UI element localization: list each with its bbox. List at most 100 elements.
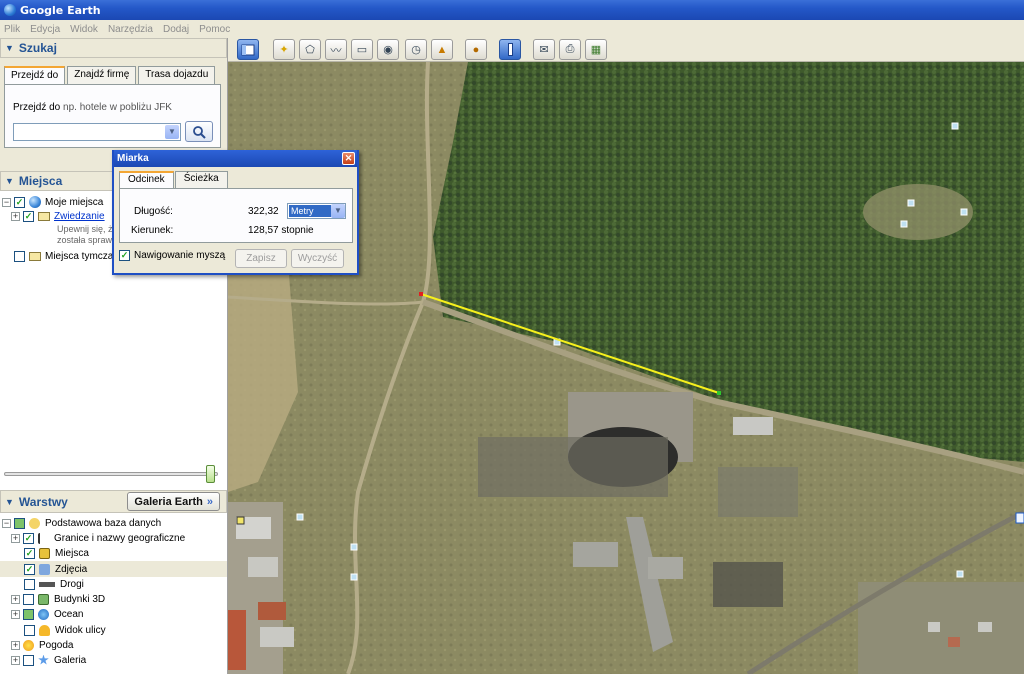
photo-marker-icon[interactable] xyxy=(956,570,964,578)
email-button[interactable]: ✉ xyxy=(533,39,555,60)
length-value: 322,32 xyxy=(248,206,279,217)
tree-item-my-places[interactable]: − ✓ Moje miejsca xyxy=(2,195,103,209)
print-button[interactable]: ⎙ xyxy=(559,39,581,60)
view-in-maps-button[interactable]: ▦ xyxy=(585,39,607,60)
layer-ocean[interactable]: + Ocean xyxy=(11,607,83,621)
measurement-end-point[interactable] xyxy=(717,391,721,395)
photo-marker-icon[interactable] xyxy=(900,220,908,228)
layer-primary-db[interactable]: − Podstawowa baza danych xyxy=(2,516,161,530)
photo-marker-icon[interactable] xyxy=(907,199,915,207)
goto-hint: np. hotele w pobliżu JFK xyxy=(63,102,172,113)
tab-directions[interactable]: Trasa dojazdu xyxy=(138,66,216,84)
layer-gallery[interactable]: + Galeria xyxy=(11,653,86,667)
photo-marker-icon[interactable] xyxy=(350,573,358,581)
add-path-button[interactable]: 〰 xyxy=(325,39,347,60)
tree-item-temp-places[interactable]: Miejsca tymczas xyxy=(14,249,118,263)
checkbox[interactable] xyxy=(24,624,35,636)
add-polygon-button[interactable]: ⬠ xyxy=(299,39,321,60)
menu-view[interactable]: Widok xyxy=(70,24,98,35)
ocean-icon xyxy=(38,608,49,620)
collapse-triangle-icon: ▼ xyxy=(5,496,14,507)
checkbox[interactable]: ✓ xyxy=(23,532,34,544)
layer-street-view[interactable]: Widok ulicy xyxy=(24,623,106,637)
clear-button[interactable]: Wyczyść xyxy=(291,249,344,268)
collapse-icon[interactable]: − xyxy=(2,518,11,528)
chevron-down-icon[interactable]: ▼ xyxy=(331,204,345,218)
add-overlay-button[interactable]: ▭ xyxy=(351,39,373,60)
building xyxy=(978,622,992,632)
rail-yard xyxy=(478,437,668,497)
layer-3d-buildings[interactable]: + Budynki 3D xyxy=(11,592,105,606)
earth-gallery-button[interactable]: Galeria Earth » xyxy=(127,492,220,511)
edge-marker-icon[interactable] xyxy=(1015,512,1024,524)
add-placemark-button[interactable]: ✦ xyxy=(273,39,295,60)
layers-header[interactable]: ▼ Warstwy Galeria Earth » xyxy=(0,490,227,513)
checkbox[interactable] xyxy=(14,517,25,529)
checkbox[interactable]: ✓ xyxy=(14,196,25,208)
tab-path[interactable]: Ścieżka xyxy=(174,171,228,188)
title-bar: Google Earth xyxy=(0,0,1024,20)
menu-add[interactable]: Dodaj xyxy=(163,24,189,35)
photo-marker-icon[interactable] xyxy=(960,208,968,216)
zoom-slider-thumb[interactable] xyxy=(206,465,215,483)
sightseeing-link[interactable]: Zwiedzanie xyxy=(54,211,105,222)
ruler-dialog-titlebar[interactable]: Miarka xyxy=(114,150,357,167)
tab-line[interactable]: Odcinek xyxy=(119,171,174,189)
expand-icon[interactable]: + xyxy=(11,609,20,619)
checkbox[interactable] xyxy=(23,654,34,666)
menu-tools[interactable]: Narzędzia xyxy=(108,24,153,35)
my-places-label: Moje miejsca xyxy=(45,196,104,208)
ruler-tab-body: Długość: 322,32 Metry ▼ Kierunek: 128,57… xyxy=(119,188,353,243)
layer-weather[interactable]: + Pogoda xyxy=(11,638,73,652)
printer-icon: ⎙ xyxy=(565,43,575,55)
checkbox[interactable] xyxy=(24,578,35,590)
mouse-nav-checkbox[interactable]: ✓ xyxy=(119,250,130,261)
checkbox[interactable] xyxy=(14,250,25,262)
unit-select[interactable]: Metry ▼ xyxy=(287,203,346,219)
ruler-dialog-title: Miarka xyxy=(117,153,149,164)
menu-file[interactable]: Plik xyxy=(4,24,20,35)
photo-marker-icon[interactable] xyxy=(951,122,959,130)
search-button[interactable] xyxy=(185,121,213,142)
layer-places[interactable]: ✓ Miejsca xyxy=(24,546,89,560)
expand-icon[interactable]: + xyxy=(11,655,20,665)
checkbox[interactable] xyxy=(23,608,34,620)
place-marker-icon[interactable] xyxy=(236,516,245,525)
expand-icon[interactable]: + xyxy=(11,533,20,543)
layer-roads[interactable]: Drogi xyxy=(24,577,84,591)
measurement-start-point[interactable] xyxy=(419,292,423,296)
checkbox[interactable] xyxy=(23,593,34,605)
search-header[interactable]: ▼ Szukaj xyxy=(0,38,227,58)
photo-marker-icon[interactable] xyxy=(350,543,358,551)
layer-borders[interactable]: + ✓ Granice i nazwy geograficzne xyxy=(11,531,185,545)
layer-imagery[interactable]: ✓ Zdjęcia xyxy=(0,561,227,577)
menu-edit[interactable]: Edycja xyxy=(30,24,60,35)
sidebar-toggle-button[interactable] xyxy=(237,39,259,60)
checkbox[interactable]: ✓ xyxy=(23,210,34,222)
goto-input[interactable]: ▼ xyxy=(13,123,181,141)
tree-item-sightseeing[interactable]: + ✓ Zwiedzanie xyxy=(11,209,105,223)
chevron-down-icon[interactable]: ▼ xyxy=(165,125,179,139)
star-icon xyxy=(38,654,49,665)
historical-imagery-button[interactable]: ◷ xyxy=(405,39,427,60)
zoom-slider-track[interactable] xyxy=(4,472,218,476)
record-tour-button[interactable]: ◉ xyxy=(377,39,399,60)
ruler-button[interactable] xyxy=(499,39,521,60)
photo-marker-icon[interactable] xyxy=(296,513,304,521)
temp-places-label: Miejsca tymczas xyxy=(45,250,119,262)
expand-icon[interactable]: + xyxy=(11,594,20,604)
checkbox[interactable]: ✓ xyxy=(24,547,35,559)
menu-help[interactable]: Pomoc xyxy=(199,24,230,35)
building-icon xyxy=(38,593,49,605)
sunlight-button[interactable]: ▲ xyxy=(431,39,453,60)
clock-icon: ◷ xyxy=(411,44,421,56)
switch-to-sky-button[interactable]: ● xyxy=(465,39,487,60)
collapse-icon[interactable]: − xyxy=(2,197,11,207)
expand-icon[interactable]: + xyxy=(11,211,20,221)
checkbox[interactable]: ✓ xyxy=(24,563,35,575)
close-icon[interactable]: ✕ xyxy=(342,152,355,165)
tab-find-business[interactable]: Znajdź firmę xyxy=(67,66,137,84)
tab-goto[interactable]: Przejdź do xyxy=(4,66,66,85)
save-button[interactable]: Zapisz xyxy=(235,249,287,268)
expand-icon[interactable]: + xyxy=(11,640,20,650)
